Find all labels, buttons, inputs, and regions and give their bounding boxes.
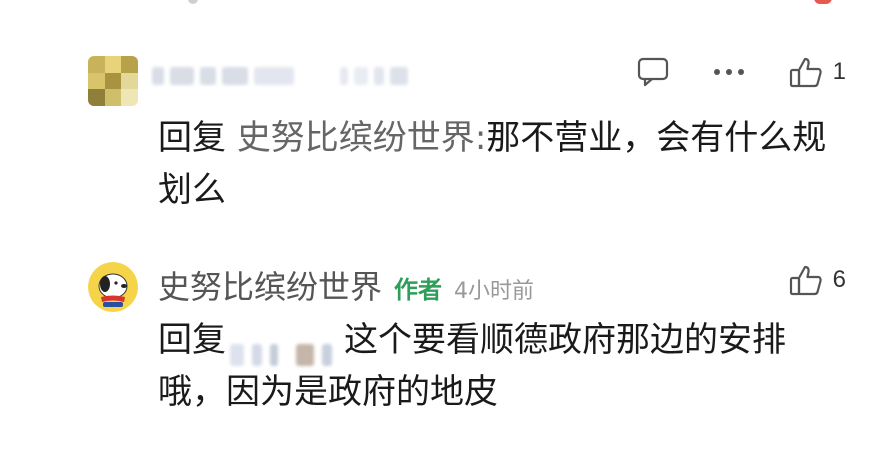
like-count: 1 — [832, 58, 846, 85]
more-icon[interactable] — [713, 67, 745, 77]
author-name[interactable]: 史努比缤纷世界 — [158, 262, 382, 308]
username-redacted — [152, 62, 408, 90]
decorative-dot — [188, 0, 198, 4]
author-badge: 作者 — [394, 276, 443, 304]
reply-prefix: 回复 — [158, 320, 226, 360]
post-time: 4小时前 — [454, 279, 535, 304]
comment-item-2: 史努比缤纷世界 作者 4小时前 6 回复 这个要看顺德政府那边的安排哦，因为是政府… — [0, 250, 880, 450]
avatar[interactable] — [88, 56, 138, 106]
comment-item-1: 1 回复 史努比缤纷世界:那不营业，会有什么规划么 — [0, 40, 880, 230]
comment-body: 回复 史努比缤纷世界:那不营业，会有什么规划么 — [158, 112, 840, 216]
reply-colon: : — [474, 118, 487, 158]
author-avatar[interactable] — [88, 262, 138, 312]
reply-target[interactable]: 史努比缤纷世界 — [237, 118, 475, 158]
comment-body: 回复 这个要看顺德政府那边的安排哦，因为是政府的地皮 — [158, 314, 840, 418]
reply-target-redacted — [230, 329, 340, 366]
thumbs-up-icon[interactable] — [789, 56, 823, 88]
comment-icon[interactable] — [637, 57, 669, 87]
like-count: 6 — [832, 266, 846, 293]
thumbs-up-icon[interactable] — [789, 264, 823, 296]
notification-dot — [814, 0, 832, 4]
reply-prefix: 回复 — [158, 118, 226, 158]
